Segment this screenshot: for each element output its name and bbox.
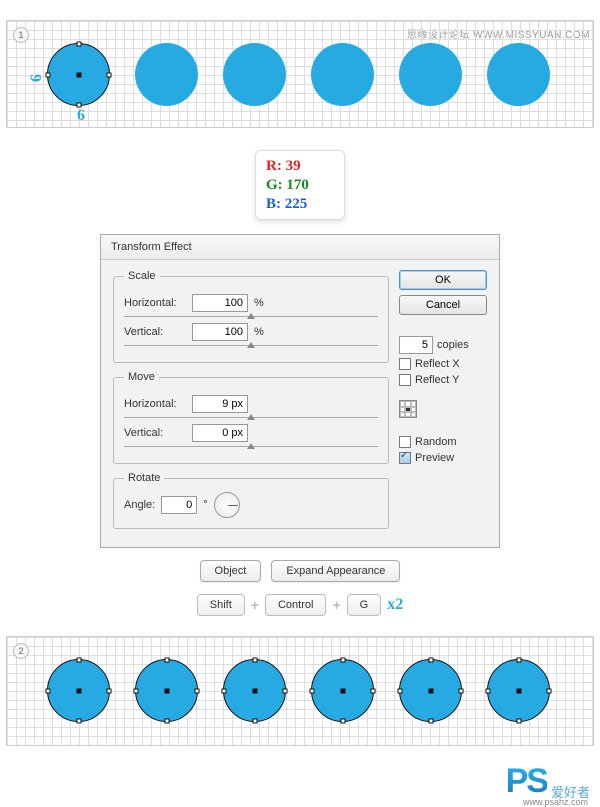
dimension-height: 6 [28, 74, 46, 82]
move-v-label: Vertical: [124, 427, 186, 439]
scale-h-slider[interactable] [124, 316, 378, 317]
canvas-step-1: 1 6 6 [6, 20, 594, 128]
plus-icon: + [332, 597, 340, 613]
circle-copy[interactable] [311, 43, 374, 106]
anchor-grid[interactable] [399, 400, 417, 418]
step-number-badge: 2 [13, 643, 29, 659]
scale-h-input[interactable] [192, 294, 248, 312]
angle-unit: ° [203, 499, 207, 511]
rgb-b-value: B: 225 [266, 195, 334, 214]
circle-copy[interactable] [135, 43, 198, 106]
plus-icon: + [251, 597, 259, 613]
reflect-y-label: Reflect Y [415, 374, 459, 386]
move-v-input[interactable] [192, 424, 248, 442]
rotate-legend: Rotate [124, 472, 164, 484]
copies-input[interactable] [399, 336, 433, 354]
reflect-x-checkbox[interactable] [399, 358, 411, 370]
ok-button[interactable]: OK [399, 270, 487, 290]
circle-selected[interactable] [487, 659, 550, 722]
rgb-info-box: R: 39 G: 170 B: 225 [255, 150, 345, 220]
circle-selected[interactable] [223, 659, 286, 722]
key-g: G [347, 594, 382, 616]
watermark-url: www.psahz.com [523, 797, 588, 807]
scale-h-label: Horizontal: [124, 297, 186, 309]
circle-copy[interactable] [487, 43, 550, 106]
key-control: Control [265, 594, 326, 616]
canvas-step-2: 2 [6, 636, 594, 746]
times-two-label: x2 [387, 596, 403, 614]
copies-label: copies [437, 339, 469, 351]
scale-legend: Scale [124, 270, 160, 282]
circle-copy[interactable] [223, 43, 286, 106]
dialog-title: Transform Effect [101, 235, 499, 260]
dimension-width: 6 [77, 107, 85, 125]
watermark-logo: PS 爱好者 [506, 762, 590, 801]
scale-h-unit: % [254, 297, 274, 309]
random-checkbox[interactable] [399, 436, 411, 448]
angle-dial[interactable] [214, 492, 240, 518]
angle-label: Angle: [124, 499, 155, 511]
step-number-badge: 1 [13, 27, 29, 43]
shortcut-row: Shift + Control + G x2 [100, 594, 500, 616]
scale-v-label: Vertical: [124, 326, 186, 338]
circle-selected[interactable] [135, 659, 198, 722]
rgb-g-value: G: 170 [266, 176, 334, 195]
circle-selected[interactable] [399, 659, 462, 722]
angle-input[interactable] [161, 496, 197, 514]
circles-row [47, 659, 550, 722]
transform-effect-dialog: Transform Effect Scale Horizontal: % Ver… [100, 234, 500, 548]
object-menu-button[interactable]: Object [200, 560, 262, 582]
move-v-slider[interactable] [124, 446, 378, 447]
scale-group: Scale Horizontal: % Vertical: % [113, 270, 389, 363]
preview-checkbox[interactable] [399, 452, 411, 464]
circles-row [47, 43, 550, 106]
rotate-group: Rotate Angle: ° [113, 472, 389, 529]
circle-copy[interactable] [399, 43, 462, 106]
circle-selected[interactable] [47, 659, 110, 722]
move-group: Move Horizontal: Vertical: [113, 371, 389, 464]
move-h-input[interactable] [192, 395, 248, 413]
expand-appearance-button[interactable]: Expand Appearance [271, 560, 400, 582]
scale-v-input[interactable] [192, 323, 248, 341]
reflect-y-checkbox[interactable] [399, 374, 411, 386]
circle-selected[interactable] [311, 659, 374, 722]
cancel-button[interactable]: Cancel [399, 295, 487, 315]
move-legend: Move [124, 371, 159, 383]
rgb-r-value: R: 39 [266, 157, 334, 176]
scale-v-unit: % [254, 326, 274, 338]
move-h-label: Horizontal: [124, 398, 186, 410]
reflect-x-label: Reflect X [415, 358, 460, 370]
scale-v-slider[interactable] [124, 345, 378, 346]
move-h-slider[interactable] [124, 417, 378, 418]
key-shift: Shift [197, 594, 245, 616]
preview-label: Preview [415, 452, 454, 464]
circle-selected[interactable] [47, 43, 110, 106]
random-label: Random [415, 436, 457, 448]
